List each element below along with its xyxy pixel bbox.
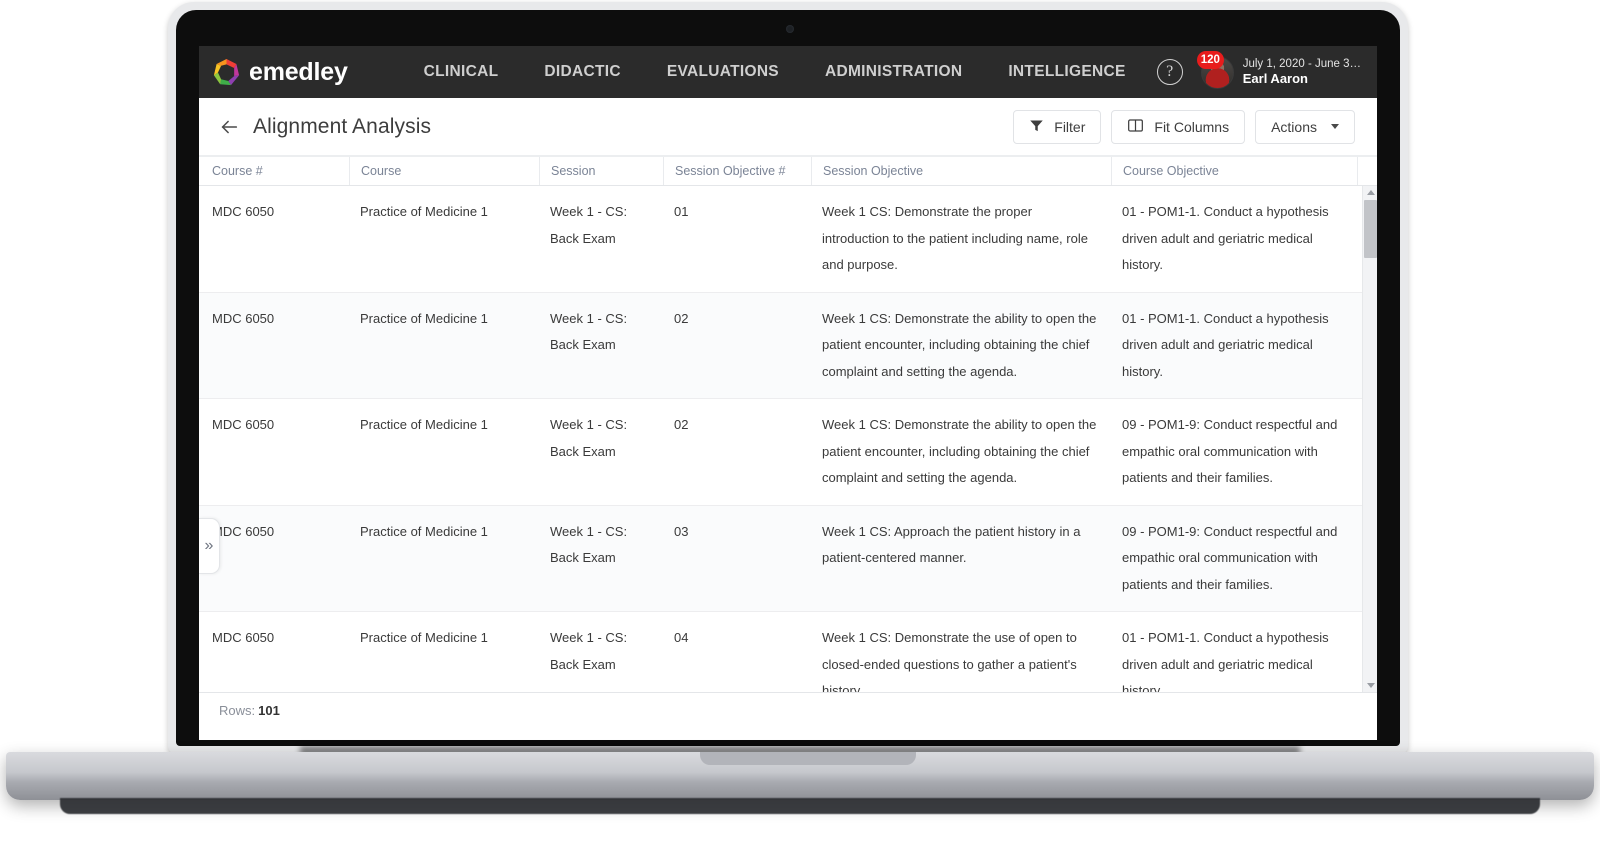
- academic-year-range: July 1, 2020 - June 3…: [1242, 58, 1361, 71]
- alignment-analysis-grid: Course # Course Session Session Objectiv…: [199, 156, 1377, 728]
- table-row[interactable]: MDC 6050 Practice of Medicine 1 Week 1 - C…: [199, 505, 1377, 612]
- cell-session-objective: Week 1 CS: Demonstrate the ability to op…: [822, 417, 1097, 485]
- brand-name: emedley: [249, 57, 348, 86]
- user-name: Earl Aaron: [1242, 71, 1308, 87]
- page-toolbar: Alignment Analysis Filter Fit Columns Ac…: [199, 98, 1377, 156]
- column-header-course-number[interactable]: Course #: [199, 157, 349, 185]
- cell-session: Week 1 - CS: Back Exam: [550, 310, 628, 353]
- cell-course: Practice of Medicine 1: [360, 204, 488, 219]
- scroll-up-arrow-icon[interactable]: [1363, 186, 1377, 199]
- brand-logo[interactable]: emedley: [213, 58, 348, 87]
- cell-course-no: MDC 6050: [212, 204, 275, 219]
- grid-header-row: Course # Course Session Session Objectiv…: [199, 156, 1377, 186]
- cell-session: Week 1 - CS: Back Exam: [550, 204, 628, 246]
- table-row[interactable]: MDC 6050 Practice of Medicine 1 Week 1 - C…: [199, 186, 1377, 293]
- scrollbar-thumb[interactable]: [1364, 200, 1377, 258]
- table-row[interactable]: MDC 6050 Practice of Medicine 1 Week 1 - C…: [199, 292, 1377, 399]
- cell-session-objective: Week 1 CS: Demonstrate the use of open t…: [822, 630, 1077, 692]
- cell-course-no: MDC 6050: [212, 630, 275, 645]
- chevron-down-icon: [1331, 124, 1339, 129]
- cell-session-objective: Week 1 CS: Demonstrate the ability to op…: [822, 310, 1097, 379]
- laptop-foot: [60, 798, 1540, 814]
- grid-vertical-scrollbar[interactable]: [1362, 186, 1377, 692]
- cell-session: Week 1 - CS: Back Exam: [550, 523, 628, 566]
- cell-course-no: MDC 6050: [212, 523, 275, 539]
- nav-link-didactic[interactable]: DIDACTIC: [544, 63, 620, 81]
- double-chevron-right-icon: »: [204, 537, 214, 554]
- filter-button-label: Filter: [1054, 118, 1086, 135]
- toolbar-actions: Filter Fit Columns Actions: [1013, 109, 1355, 144]
- table-row[interactable]: MDC 6050 Practice of Medicine 1 Week 1 - C…: [199, 612, 1377, 692]
- cell-course: Practice of Medicine 1: [360, 310, 488, 326]
- cell-session-objective: Week 1 CS: Approach the patient history …: [822, 523, 1081, 566]
- cell-course: Practice of Medicine 1: [360, 630, 488, 645]
- user-menu[interactable]: 120 July 1, 2020 - June 3… Earl Aaron: [1196, 50, 1361, 89]
- rows-count: 101: [258, 703, 280, 718]
- funnel-icon: [1029, 118, 1044, 136]
- cell-session-objective-no: 03: [674, 523, 689, 539]
- cell-session-objective-no: 02: [674, 310, 689, 326]
- column-header-course-objective[interactable]: Course Objective: [1111, 157, 1357, 185]
- webcam-icon: [786, 25, 794, 33]
- fit-columns-button[interactable]: Fit Columns: [1111, 109, 1246, 144]
- user-text: July 1, 2020 - June 3… Earl Aaron: [1243, 57, 1361, 87]
- column-header-session-objective-no[interactable]: Session Objective #: [663, 157, 811, 185]
- actions-button[interactable]: Actions: [1255, 109, 1355, 144]
- nav-link-clinical[interactable]: CLINICAL: [424, 63, 499, 81]
- columns-icon: [1127, 118, 1144, 136]
- cell-session: Week 1 - CS: Back Exam: [550, 417, 628, 459]
- cell-course: Practice of Medicine 1: [360, 417, 488, 432]
- grid-body[interactable]: MDC 6050 Practice of Medicine 1 Week 1 - C…: [199, 186, 1377, 692]
- nav-link-intelligence[interactable]: INTELLIGENCE: [1008, 63, 1125, 81]
- laptop-screen: emedley CLINICAL DIDACTIC EVALUATIONS AD…: [199, 46, 1377, 740]
- notification-badge[interactable]: 120: [1196, 50, 1224, 69]
- column-header-spacer: [1357, 157, 1377, 185]
- cell-course-objective: 01 - POM1-1. Conduct a hypothesis driven…: [1122, 204, 1329, 272]
- scroll-down-arrow-icon[interactable]: [1363, 679, 1377, 692]
- cell-course-objective: 01 - POM1-1. Conduct a hypothesis driven…: [1122, 310, 1329, 379]
- cell-course-no: MDC 6050: [212, 417, 275, 432]
- cell-course-objective: 01 - POM1-1. Conduct a hypothesis driven…: [1122, 630, 1329, 692]
- cell-session-objective: Week 1 CS: Demonstrate the proper introd…: [822, 204, 1088, 272]
- filter-button[interactable]: Filter: [1013, 109, 1102, 144]
- emedley-hexagon-logo-icon: [213, 58, 240, 85]
- column-header-session[interactable]: Session: [539, 157, 663, 185]
- avatar-wrapper: 120: [1196, 50, 1234, 89]
- cell-course-no: MDC 6050: [212, 310, 275, 326]
- page-title: Alignment Analysis: [253, 114, 432, 138]
- nav-right-cluster: ? 120 July 1, 2020 - June 3… Earl Aaron: [1156, 50, 1361, 89]
- table-row[interactable]: MDC 6050 Practice of Medicine 1 Week 1 - C…: [199, 399, 1377, 506]
- cell-session-objective-no: 02: [674, 417, 689, 432]
- column-header-session-objective[interactable]: Session Objective: [811, 157, 1111, 185]
- cell-course: Practice of Medicine 1: [360, 523, 488, 539]
- cell-session: Week 1 - CS: Back Exam: [550, 630, 628, 672]
- nav-link-evaluations[interactable]: EVALUATIONS: [667, 63, 779, 81]
- cell-session-objective-no: 04: [674, 630, 689, 645]
- primary-nav-links: CLINICAL DIDACTIC EVALUATIONS ADMINISTRA…: [424, 63, 1126, 81]
- top-navigation-bar: emedley CLINICAL DIDACTIC EVALUATIONS AD…: [199, 46, 1377, 98]
- cell-session-objective-no: 01: [674, 204, 689, 219]
- actions-button-label: Actions: [1271, 118, 1317, 135]
- screenshot-stage: emedley CLINICAL DIDACTIC EVALUATIONS AD…: [0, 0, 1600, 843]
- grid-footer: Rows: 101: [199, 692, 1377, 728]
- column-header-course[interactable]: Course: [349, 157, 539, 185]
- laptop-base-notch: [700, 752, 916, 765]
- back-arrow-icon[interactable]: [213, 111, 245, 143]
- cell-course-objective: 09 - POM1-9: Conduct respectful and empa…: [1122, 523, 1338, 592]
- rows-label: Rows:: [219, 703, 256, 718]
- screen-bottom-edge: [199, 736, 1377, 740]
- sidebar-expand-handle[interactable]: »: [199, 518, 220, 574]
- cell-course-objective: 09 - POM1-9: Conduct respectful and empa…: [1122, 417, 1338, 485]
- nav-link-administration[interactable]: ADMINISTRATION: [825, 63, 962, 81]
- help-question-mark-icon[interactable]: ?: [1156, 59, 1183, 85]
- fit-columns-button-label: Fit Columns: [1154, 118, 1230, 135]
